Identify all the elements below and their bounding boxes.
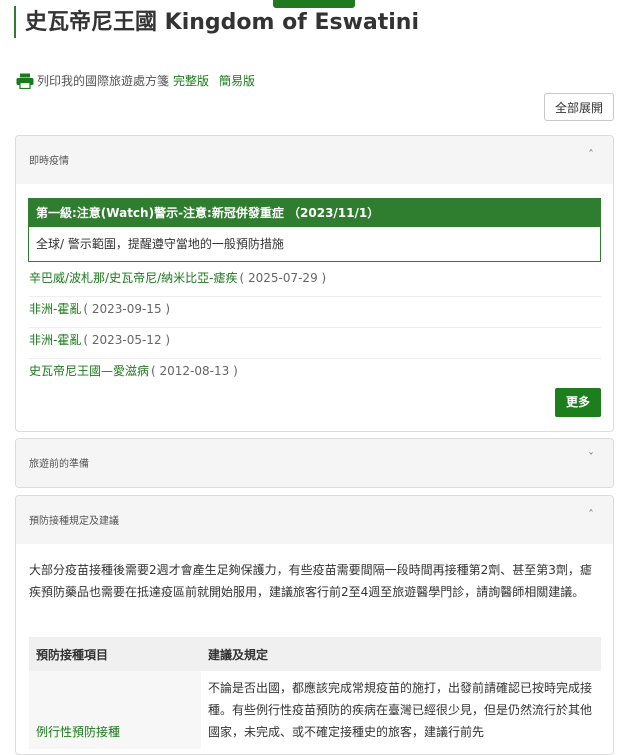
print-label: 列印我的國際旅遊處方箋	[37, 74, 170, 88]
alert-body: 全球/ 警示範圍，提醒遵守當地的一般預防措施	[36, 237, 284, 251]
vaccination-header[interactable]: 預防接種規定及建議 ˆ	[16, 496, 613, 544]
notice-link[interactable]: 非洲-霍亂	[29, 302, 81, 316]
panel-title: 預防接種規定及建議	[29, 516, 119, 527]
vaccination-panel: 預防接種規定及建議 ˆ 大部分疫苗接種後需要2週才會產生足夠保護力，有些疫苗需要…	[15, 495, 614, 755]
chevron-up-icon[interactable]: ˆ	[588, 508, 594, 522]
print-row: 列印我的國際旅遊處方箋 完整版 簡易版	[16, 72, 255, 89]
notice-date: ( 2023-09-15 )	[83, 302, 171, 316]
alert-heading[interactable]: 第一級:注意(Watch)警示-注意:新冠併發重症 （2023/11/1）	[29, 199, 600, 227]
chevron-up-icon[interactable]: ˆ	[588, 148, 594, 162]
list-item: 非洲-霍亂( 2023-09-15 )	[29, 297, 601, 328]
notice-date: ( 2025-07-29 )	[239, 271, 327, 285]
notice-link[interactable]: 史瓦帝尼王國—愛滋病	[29, 364, 149, 378]
column-header: 預防接種項目	[29, 637, 201, 671]
list-item: 史瓦帝尼王國—愛滋病( 2012-08-13 )	[29, 359, 601, 390]
notice-date: ( 2012-08-13 )	[151, 364, 238, 378]
list-item: 非洲-霍亂( 2023-05-12 )	[29, 328, 601, 359]
panel-title: 旅遊前的準備	[29, 459, 89, 470]
panel-title: 即時疫情	[29, 156, 69, 167]
chevron-down-icon[interactable]: ˇ	[588, 451, 594, 465]
printer-icon[interactable]	[16, 73, 34, 89]
list-item: 辛巴威/波札那/史瓦帝尼/納米比亞-瘧疾( 2025-07-29 )	[29, 266, 601, 297]
table-row: 例行性預防接種 不論是否出國，都應該完成常規疫苗的施打，出發前請確認已按時完成接…	[29, 671, 601, 749]
pre-travel-panel: 旅遊前的準備 ˇ	[15, 438, 614, 488]
vaccine-advice: 不論是否出國，都應該完成常規疫苗的施打，出發前請確認已按時完成接種。有些例行性疫…	[208, 681, 593, 739]
vaccine-item[interactable]: 例行性預防接種	[29, 671, 201, 749]
vaccination-table: 預防接種項目 建議及規定 例行性預防接種 不論是否出國，都應該完成常規疫苗的施打…	[29, 637, 601, 749]
notice-link[interactable]: 辛巴威/波札那/史瓦帝尼/納米比亞-瘧疾	[29, 271, 237, 285]
notice-link[interactable]: 非洲-霍亂	[29, 333, 81, 347]
page-title: 史瓦帝尼王國 Kingdom of Eswatini	[14, 6, 419, 38]
vaccination-intro: 大部分疫苗接種後需要2週才會產生足夠保護力，有些疫苗需要間隔一段時間再接種第2劑…	[29, 563, 592, 599]
realtime-epidemic-header[interactable]: 即時疫情 ˆ	[16, 136, 613, 184]
print-full-link[interactable]: 完整版	[173, 72, 209, 89]
expand-all-button[interactable]: 全部展開	[544, 93, 614, 121]
realtime-epidemic-panel: 即時疫情 ˆ 第一級:注意(Watch)警示-注意:新冠併發重症 （2023/1…	[15, 135, 614, 432]
pre-travel-header[interactable]: 旅遊前的準備 ˇ	[16, 439, 613, 487]
travel-alert: 第一級:注意(Watch)警示-注意:新冠併發重症 （2023/11/1） 全球…	[28, 198, 601, 262]
column-header: 建議及規定	[201, 637, 601, 671]
notice-date: ( 2023-05-12 )	[83, 333, 171, 347]
more-button[interactable]: 更多	[555, 388, 601, 417]
print-simple-link[interactable]: 簡易版	[219, 72, 255, 89]
